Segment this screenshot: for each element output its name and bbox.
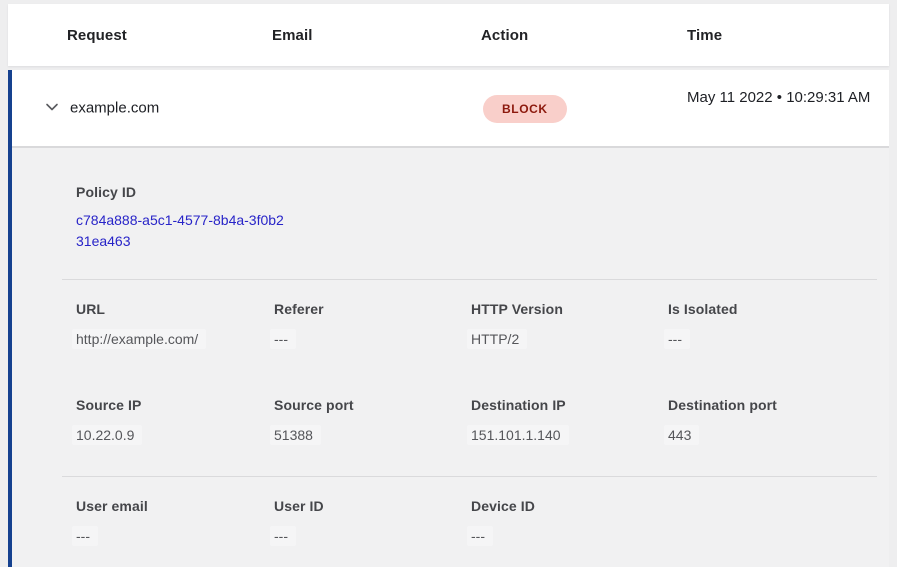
section-divider xyxy=(62,476,877,477)
column-header-time: Time xyxy=(687,4,722,66)
field-label-device-id: Device ID xyxy=(471,498,668,514)
field-label-user-id: User ID xyxy=(274,498,471,514)
detail-row-network: Source IP 10.22.0.9 Source port 51388 De… xyxy=(76,397,877,445)
field-label-destination-ip: Destination IP xyxy=(471,397,668,413)
expanded-log-record: example.com BLOCK May 11 2022 • 10:29:31… xyxy=(8,70,889,567)
collapse-row-button[interactable] xyxy=(40,96,64,120)
log-table-header: Request Email Action Time xyxy=(8,4,889,66)
detail-row-user: User email --- User ID --- Device ID --- xyxy=(76,498,877,546)
field-value-destination-port: 443 xyxy=(664,425,699,445)
action-block-badge: BLOCK xyxy=(483,95,567,123)
field-label-destination-port: Destination port xyxy=(668,397,877,413)
field-label-source-ip: Source IP xyxy=(76,397,274,413)
field-label-url: URL xyxy=(76,301,274,317)
field-value-source-port: 51388 xyxy=(270,425,321,445)
field-value-user-id: --- xyxy=(270,526,296,546)
field-value-user-email: --- xyxy=(72,526,98,546)
field-value-destination-ip: 151.101.1.140 xyxy=(467,425,569,445)
request-detail-panel: Policy ID c784a888-a5c1-4577-8b4a-3f0b23… xyxy=(12,148,889,567)
field-value-source-ip: 10.22.0.9 xyxy=(72,425,142,445)
policy-id-link[interactable]: c784a888-a5c1-4577-8b4a-3f0b231ea463 xyxy=(76,210,288,252)
request-timestamp: May 11 2022 • 10:29:31 AM xyxy=(687,86,879,110)
field-value-device-id: --- xyxy=(467,526,493,546)
chevron-down-icon xyxy=(44,99,60,118)
column-header-email: Email xyxy=(272,4,313,66)
policy-id-label: Policy ID xyxy=(76,184,877,200)
field-value-is-isolated: --- xyxy=(664,329,690,349)
section-divider xyxy=(62,279,877,280)
field-value-http-version: HTTP/2 xyxy=(467,329,527,349)
request-domain: example.com xyxy=(70,100,159,117)
field-value-referer: --- xyxy=(270,329,296,349)
field-label-user-email: User email xyxy=(76,498,274,514)
column-header-request: Request xyxy=(67,4,127,66)
field-label-http-version: HTTP Version xyxy=(471,301,668,317)
policy-id-section: Policy ID c784a888-a5c1-4577-8b4a-3f0b23… xyxy=(76,184,877,252)
log-table-row[interactable]: example.com BLOCK May 11 2022 • 10:29:31… xyxy=(12,70,889,148)
field-label-referer: Referer xyxy=(274,301,471,317)
column-header-action: Action xyxy=(481,4,528,66)
field-label-is-isolated: Is Isolated xyxy=(668,301,877,317)
field-label-source-port: Source port xyxy=(274,397,471,413)
field-value-url: http://example.com/ xyxy=(72,329,206,349)
detail-row-http: URL http://example.com/ Referer --- HTTP… xyxy=(76,301,877,349)
